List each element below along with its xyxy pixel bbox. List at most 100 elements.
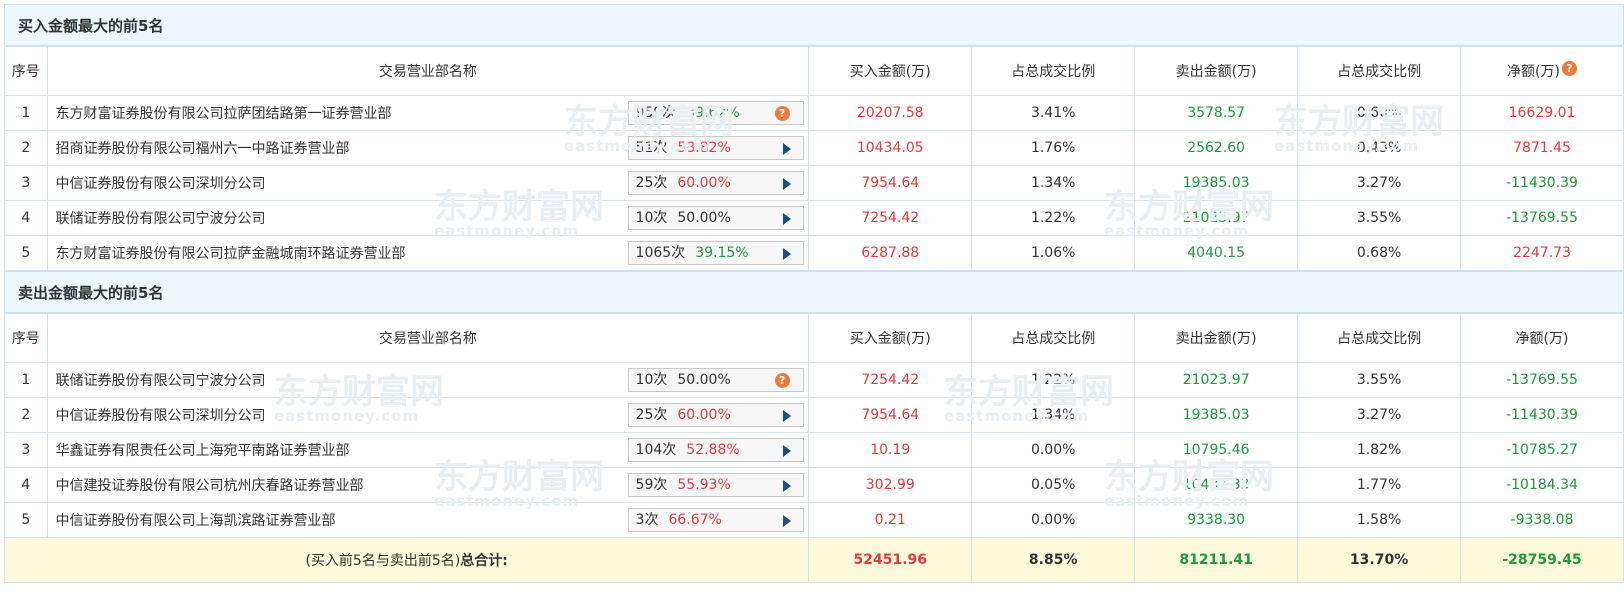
net-amount: 16629.01 <box>1460 95 1624 131</box>
branch-name[interactable]: 东方财富证券股份有限公司拉萨团结路第一证券营业部 <box>56 106 392 122</box>
buy-ratio: 0.05% <box>971 467 1136 503</box>
table-row: 5 中信证券股份有限公司上海凯滨路证券营业部 3次 66.67% 0.21 0.00% 93… <box>4 502 1624 538</box>
history-times: 59次 <box>635 477 668 493</box>
branch-name[interactable]: 招商证券股份有限公司福州六一中路证券营业部 <box>56 141 350 157</box>
history-badge[interactable]: 25次 60.00% <box>627 403 804 427</box>
history-rate: 50.00% <box>677 372 731 388</box>
total-buy-amount: 52451.96 <box>808 537 973 583</box>
buy-amount: 7254.42 <box>808 200 973 236</box>
question-icon[interactable]: ? <box>774 106 790 121</box>
sell-amount: 21023.97 <box>1134 362 1299 398</box>
total-label-bold: 总合计: <box>460 553 508 569</box>
play-icon[interactable] <box>782 248 791 260</box>
history-rate: 39.62% <box>686 105 740 121</box>
history-rate: 66.67% <box>668 512 722 528</box>
sell-ratio: 0.43% <box>1297 130 1462 166</box>
table-row: 2 中信证券股份有限公司深圳分公司 25次 60.00% 7954.64 1.34% 193… <box>4 397 1624 433</box>
branch-name[interactable]: 中信建投证券股份有限公司杭州庆春路证券营业部 <box>56 478 364 494</box>
col-index: 序号 <box>4 313 48 363</box>
buy-amount: 10434.05 <box>808 130 973 166</box>
play-icon[interactable] <box>782 515 791 527</box>
history-times: 3次 <box>635 512 659 528</box>
branch-name[interactable]: 联储证券股份有限公司宁波分公司 <box>56 211 266 227</box>
row-index: 2 <box>4 130 48 166</box>
net-amount: -11430.39 <box>1460 397 1624 433</box>
total-net-amount: -28759.45 <box>1460 537 1624 583</box>
net-amount: 7871.45 <box>1460 130 1624 166</box>
history-badge[interactable]: 10次 50.00% <box>627 206 804 230</box>
branch-name[interactable]: 东方财富证券股份有限公司拉萨金融城南环路证券营业部 <box>56 246 406 262</box>
play-icon[interactable] <box>782 480 791 492</box>
branch-name[interactable]: 中信证券股份有限公司上海凯滨路证券营业部 <box>56 513 336 529</box>
buy-ratio: 1.34% <box>971 397 1136 433</box>
table-row: 2 招商证券股份有限公司福州六一中路证券营业部 51次 58.82% 10434.05 1… <box>4 130 1624 166</box>
top-sell-header-row: 序号 交易营业部名称 买入金额(万) 占总成交比例 卖出金额(万) 占总成交比例… <box>4 313 1624 363</box>
top-buy-header-row: 序号 交易营业部名称 买入金额(万) 占总成交比例 卖出金额(万) 占总成交比例… <box>4 46 1624 96</box>
table-row: 4 联储证券股份有限公司宁波分公司 10次 50.00% 7254.42 1.22% 210… <box>4 200 1624 236</box>
table-row: 1 联储证券股份有限公司宁波分公司 10次 50.00%? 7254.42 1.22% 21… <box>4 362 1624 398</box>
net-amount: -13769.55 <box>1460 362 1624 398</box>
history-times: 10次 <box>635 210 668 226</box>
play-icon[interactable] <box>782 410 791 422</box>
play-icon[interactable] <box>782 143 791 155</box>
col-sell-ratio: 占总成交比例 <box>1297 313 1462 363</box>
history-times: 959次 <box>635 105 677 121</box>
buy-ratio: 3.41% <box>971 95 1136 131</box>
buy-amount: 20207.58 <box>808 95 973 131</box>
dragon-tiger-panel: 买入金额最大的前5名 序号 交易营业部名称 买入金额(万) 占总成交比例 卖出金… <box>3 4 1624 583</box>
buy-amount: 6287.88 <box>808 235 973 271</box>
history-times: 1065次 <box>635 245 686 261</box>
table-row: 4 中信建投证券股份有限公司杭州庆春路证券营业部 59次 55.93% 302.99 0.… <box>4 467 1624 503</box>
sell-amount: 3578.57 <box>1134 95 1299 131</box>
col-net-label: 净额(万) <box>1507 64 1560 80</box>
col-buy-ratio: 占总成交比例 <box>971 313 1136 363</box>
net-amount: -10785.27 <box>1460 432 1624 468</box>
history-badge[interactable]: 10次 50.00%? <box>627 368 804 392</box>
row-index: 3 <box>4 165 48 201</box>
net-amount: 2247.73 <box>1460 235 1624 271</box>
history-badge[interactable]: 51次 58.82% <box>627 136 804 160</box>
total-sell-amount: 81211.41 <box>1134 537 1299 583</box>
sell-amount: 9338.30 <box>1134 502 1299 538</box>
table-row: 3 华鑫证券有限责任公司上海宛平南路证券营业部 104次 52.88% 10.19 0.0… <box>4 432 1624 468</box>
play-icon[interactable] <box>782 213 791 225</box>
col-branch-name: 交易营业部名称 <box>46 46 810 96</box>
row-index: 5 <box>4 502 48 538</box>
sell-ratio: 1.58% <box>1297 502 1462 538</box>
buy-ratio: 1.22% <box>971 200 1136 236</box>
net-amount: -10184.34 <box>1460 467 1624 503</box>
branch-name[interactable]: 中信证券股份有限公司深圳分公司 <box>56 176 266 192</box>
buy-ratio: 1.76% <box>971 130 1136 166</box>
branch-cell: 中信证券股份有限公司深圳分公司 25次 60.00% <box>46 397 810 433</box>
branch-cell: 中信证券股份有限公司上海凯滨路证券营业部 3次 66.67% <box>46 502 810 538</box>
total-buy-ratio: 8.85% <box>971 537 1136 583</box>
branch-name[interactable]: 华鑫证券有限责任公司上海宛平南路证券营业部 <box>56 443 350 459</box>
play-icon[interactable] <box>782 445 791 457</box>
question-icon[interactable]: ? <box>774 373 790 388</box>
history-badge[interactable]: 104次 52.88% <box>627 438 804 462</box>
sell-ratio: 3.55% <box>1297 200 1462 236</box>
row-index: 5 <box>4 235 48 271</box>
question-icon[interactable]: ? <box>1561 61 1577 76</box>
sell-ratio: 3.55% <box>1297 362 1462 398</box>
history-badge[interactable]: 959次 39.62%? <box>627 101 804 125</box>
sell-amount: 21023.97 <box>1134 200 1299 236</box>
col-buy-ratio: 占总成交比例 <box>971 46 1136 96</box>
total-row: (买入前5名与卖出前5名)总合计: 52451.96 8.85% 81211.4… <box>3 537 1624 583</box>
history-rate: 58.82% <box>677 140 731 156</box>
top-buy-table: 序号 交易营业部名称 买入金额(万) 占总成交比例 卖出金额(万) 占总成交比例… <box>4 46 1624 271</box>
branch-name[interactable]: 联储证券股份有限公司宁波分公司 <box>56 373 266 389</box>
sell-ratio: 0.60% <box>1297 95 1462 131</box>
row-index: 1 <box>4 362 48 398</box>
history-badge[interactable]: 1065次 39.15% <box>627 241 804 265</box>
sell-amount: 10795.46 <box>1134 432 1299 468</box>
top-buy-title: 买入金额最大的前5名 <box>4 4 1624 46</box>
branch-name[interactable]: 中信证券股份有限公司深圳分公司 <box>56 408 266 424</box>
row-index: 2 <box>4 397 48 433</box>
history-badge[interactable]: 25次 60.00% <box>627 171 804 195</box>
branch-cell: 联储证券股份有限公司宁波分公司 10次 50.00% <box>46 200 810 236</box>
buy-amount: 0.21 <box>808 502 973 538</box>
history-badge[interactable]: 59次 55.93% <box>627 473 804 497</box>
history-badge[interactable]: 3次 66.67% <box>627 508 804 532</box>
play-icon[interactable] <box>782 178 791 190</box>
